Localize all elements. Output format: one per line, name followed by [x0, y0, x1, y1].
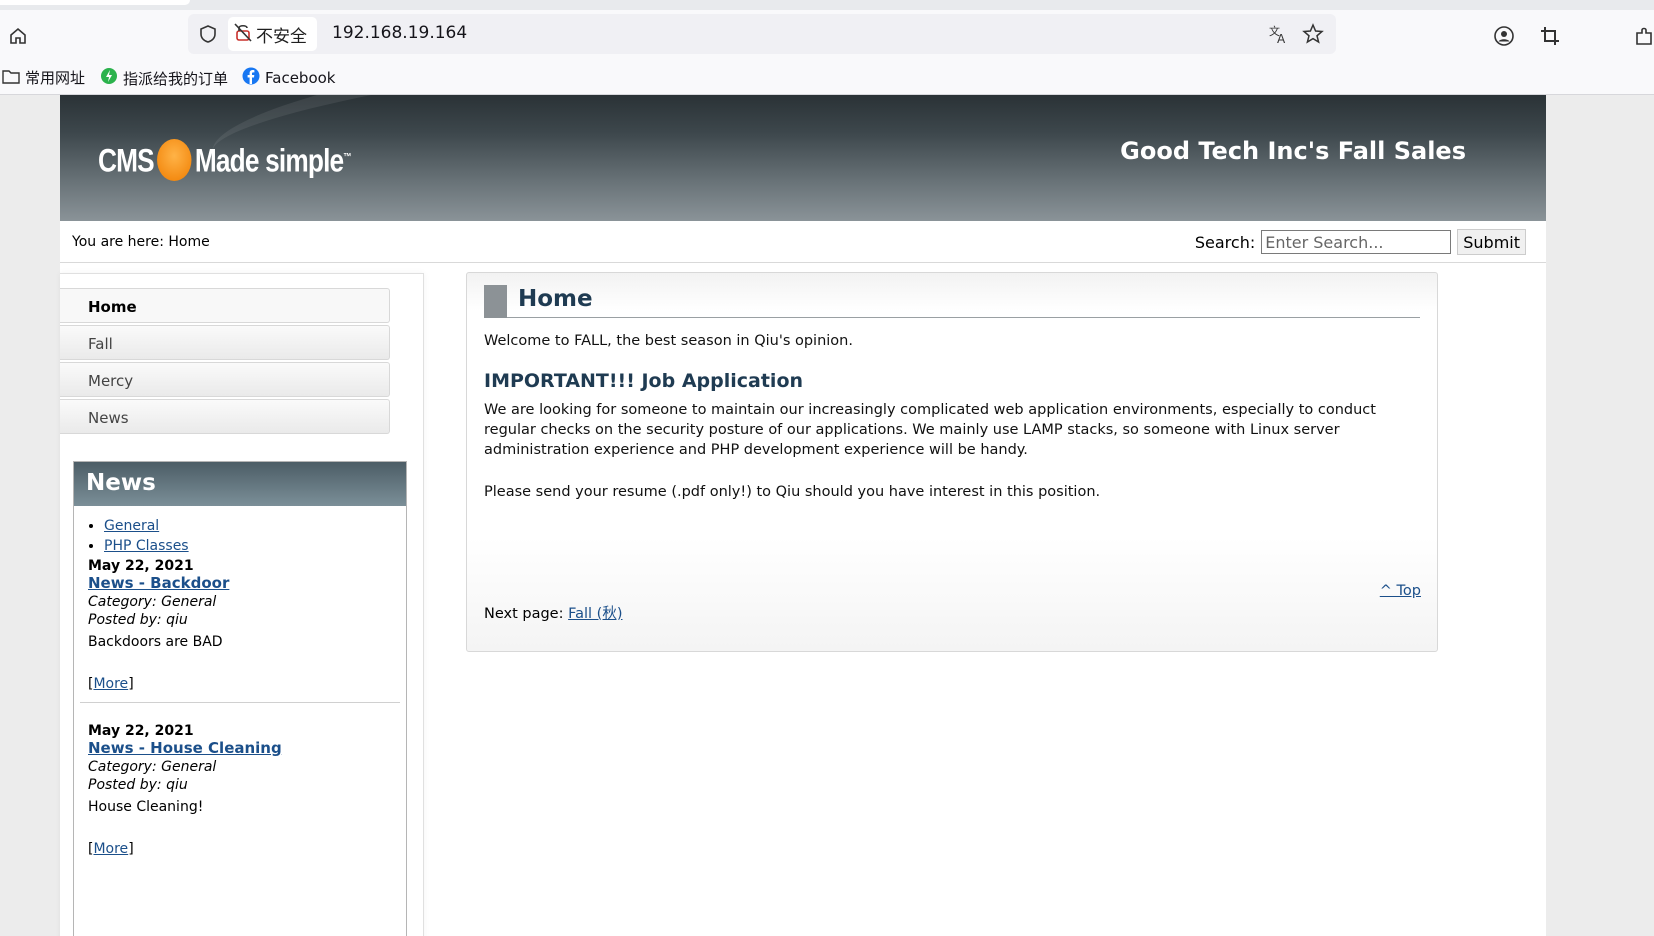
- article-more: [More]: [88, 676, 134, 692]
- next-page-link[interactable]: Fall (秋): [568, 606, 622, 622]
- article-category: Category: General: [88, 759, 217, 775]
- menu-item-fall[interactable]: Fall: [60, 325, 390, 360]
- news-box: News General PHP Classes May 22, 2021 Ne…: [73, 461, 407, 936]
- article-date: May 22, 2021: [88, 558, 194, 574]
- app-icon: [100, 67, 118, 89]
- news-article: May 22, 2021 News - Backdoor Category: G…: [88, 558, 406, 692]
- main-menu: Home Fall Mercy News: [60, 288, 390, 436]
- article-category: Category: General: [88, 594, 217, 610]
- bookmark-item[interactable]: 指派给我的订单: [100, 67, 228, 89]
- bookmark-star-icon[interactable]: [1302, 23, 1324, 49]
- address-bar[interactable]: 不安全 192.168.19.164 文A: [188, 14, 1336, 54]
- main-content: Home Welcome to FALL, the best season in…: [466, 272, 1438, 652]
- extensions-icon[interactable]: [1630, 22, 1654, 50]
- page-title: Home: [518, 286, 593, 312]
- site-title: Good Tech Inc's Fall Sales: [1120, 137, 1466, 165]
- more-link[interactable]: More: [93, 676, 128, 692]
- shield-icon[interactable]: [198, 24, 218, 48]
- bookmark-label: 指派给我的订单: [123, 69, 229, 88]
- article-title-link[interactable]: News - House Cleaning: [88, 739, 406, 757]
- bookmark-item[interactable]: 常用网址: [2, 67, 85, 88]
- svg-text:A: A: [1277, 32, 1286, 45]
- resume-paragraph: Please send your resume (.pdf only!) to …: [484, 484, 1101, 500]
- back-to-top-link[interactable]: ^ Top: [1380, 583, 1421, 599]
- insecure-label: 不安全: [256, 26, 307, 47]
- sidebar: Home Fall Mercy News News General PHP Cl…: [60, 273, 424, 936]
- menu-item-mercy[interactable]: Mercy: [60, 362, 390, 397]
- content-heading-bar: Home: [484, 285, 1420, 318]
- job-heading: IMPORTANT!!! Job Application: [484, 370, 804, 392]
- search-input[interactable]: [1261, 230, 1452, 254]
- page-gutter: [1546, 95, 1654, 936]
- article-summary: House Cleaning!: [88, 799, 204, 815]
- article-title-link[interactable]: News - Backdoor: [88, 574, 406, 592]
- bookmark-item[interactable]: Facebook: [242, 67, 335, 89]
- menu-item-news[interactable]: News: [60, 399, 390, 434]
- article-author: Posted by: qiu: [88, 777, 188, 793]
- crop-icon[interactable]: [1536, 22, 1564, 50]
- bookmarks-bar: 常用网址 指派给我的订单 Facebook: [0, 60, 1654, 95]
- intro-text: Welcome to FALL, the best season in Qiu'…: [484, 333, 853, 349]
- article-more: [More]: [88, 841, 134, 857]
- breadcrumb: You are here: Home: [72, 234, 210, 250]
- sun-logo-icon: [157, 139, 192, 181]
- site-header: CMS Made simple™ Good Tech Inc's Fall Sal…: [60, 95, 1546, 221]
- site-logo[interactable]: CMS Made simple™: [98, 133, 406, 193]
- news-category-list: General PHP Classes: [104, 518, 406, 554]
- folder-icon: [2, 68, 20, 88]
- bookmark-label: Facebook: [265, 69, 336, 87]
- tab-strip: [0, 0, 1654, 10]
- search-form: Search: Submit: [1195, 229, 1526, 255]
- more-link[interactable]: More: [93, 841, 128, 857]
- heading-block-decoration: [484, 285, 507, 318]
- article-author: Posted by: qiu: [88, 612, 188, 628]
- web-page: CMS Made simple™ Good Tech Inc's Fall Sal…: [60, 95, 1546, 936]
- job-paragraph: We are looking for someone to maintain o…: [484, 402, 1376, 458]
- facebook-icon: [242, 67, 260, 89]
- account-icon[interactable]: [1490, 22, 1518, 50]
- next-page-label: Next page:: [484, 606, 569, 622]
- url-text[interactable]: 192.168.19.164: [332, 23, 467, 43]
- browser-toolbar: 不安全 192.168.19.164 文A: [0, 10, 1654, 60]
- insecure-badge[interactable]: 不安全: [228, 17, 317, 51]
- next-page: Next page: Fall (秋): [484, 602, 622, 623]
- content-body: Welcome to FALL, the best season in Qiu'…: [484, 331, 1424, 502]
- breadcrumb-bar: You are here: Home Search: Submit: [60, 221, 1546, 263]
- list-item: PHP Classes: [104, 538, 406, 554]
- category-link-general[interactable]: General: [104, 518, 159, 534]
- broken-lock-icon: [234, 22, 252, 47]
- news-heading: News: [74, 462, 406, 506]
- menu-item-home[interactable]: Home: [60, 288, 390, 323]
- active-tab[interactable]: [0, 0, 190, 5]
- search-label: Search:: [1194, 232, 1256, 252]
- bookmark-label: 常用网址: [25, 69, 86, 87]
- divider: [80, 702, 400, 703]
- article-date: May 22, 2021: [88, 723, 194, 739]
- article-summary: Backdoors are BAD: [88, 634, 223, 650]
- translate-icon[interactable]: 文A: [1268, 23, 1290, 49]
- search-submit-button[interactable]: Submit: [1457, 229, 1526, 255]
- home-icon[interactable]: [4, 22, 32, 50]
- logo-text: CMS Made simple™: [98, 139, 352, 184]
- news-article: May 22, 2021 News - House Cleaning Categ…: [88, 723, 406, 857]
- list-item: General: [104, 518, 406, 534]
- category-link-php-classes[interactable]: PHP Classes: [104, 538, 189, 554]
